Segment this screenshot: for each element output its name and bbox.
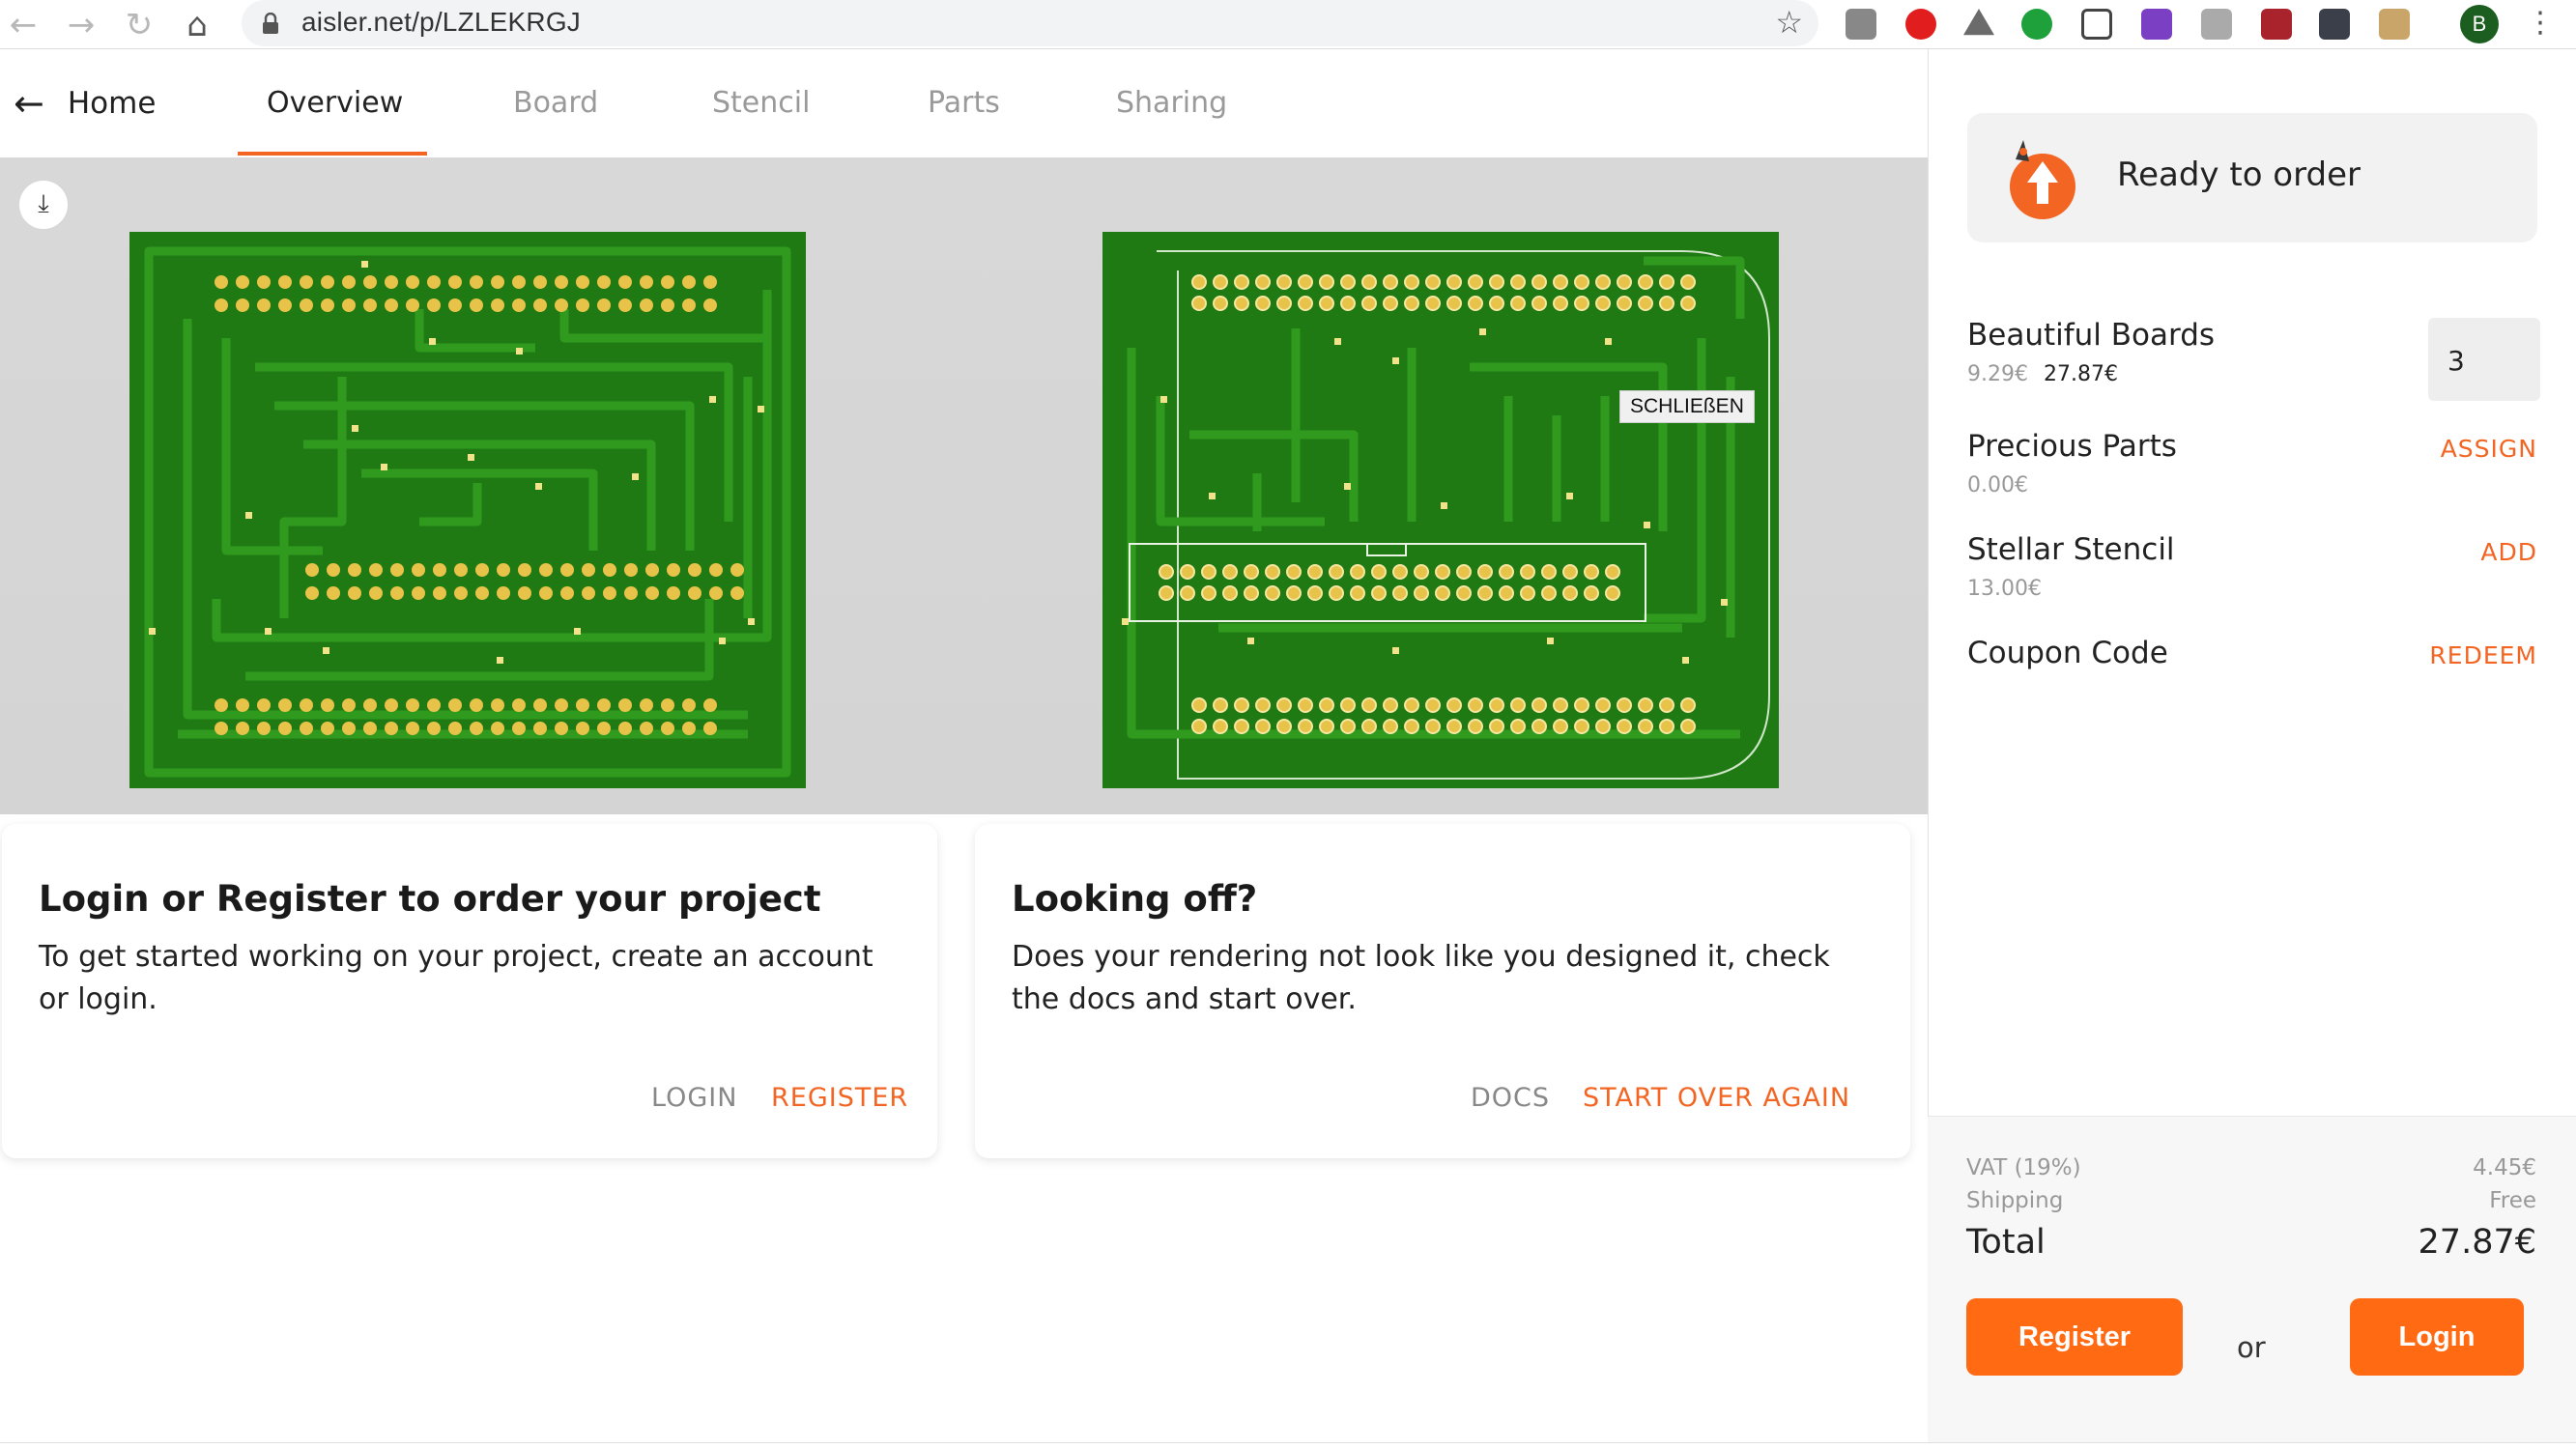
tab-sharing[interactable]: Sharing bbox=[1116, 86, 1227, 120]
order-status-label: Ready to order bbox=[2117, 156, 2361, 194]
rocket-icon bbox=[2010, 140, 2075, 219]
pcb-bottom-graphic bbox=[1102, 232, 1779, 788]
opera-extension-icon[interactable] bbox=[1905, 9, 1936, 40]
order-summary: VAT (19%) 4.45€ Shipping Free Total 27.8… bbox=[1928, 1116, 2576, 1442]
pocket-green-extension-icon[interactable] bbox=[2021, 9, 2052, 40]
tab-overview[interactable]: Overview bbox=[267, 86, 403, 120]
window-bottom-edge bbox=[0, 1442, 2576, 1449]
onenote-extension-icon[interactable] bbox=[2141, 9, 2172, 40]
total-row: Total 27.87€ bbox=[1966, 1223, 2536, 1262]
stencil-price: 13.00€ bbox=[1967, 577, 2042, 601]
download-icon[interactable]: ⤓ bbox=[19, 181, 68, 229]
total-value: 27.87€ bbox=[2418, 1223, 2536, 1262]
boards-quantity-input[interactable]: 3 bbox=[2428, 318, 2540, 401]
active-tab-indicator bbox=[238, 152, 427, 156]
vat-value: 4.45€ bbox=[2473, 1155, 2536, 1180]
register-link[interactable]: REGISTER bbox=[771, 1083, 908, 1113]
tab-stencil[interactable]: Stencil bbox=[712, 86, 810, 120]
redeem-coupon-button[interactable]: REDEEM bbox=[2429, 641, 2537, 669]
total-label: Total bbox=[1966, 1223, 2046, 1262]
tab-parts[interactable]: Parts bbox=[928, 86, 1000, 120]
assign-parts-button[interactable]: ASSIGN bbox=[2441, 435, 2537, 463]
docs-link[interactable]: DOCS bbox=[1471, 1083, 1550, 1113]
card-title: Looking off? bbox=[1012, 878, 1258, 920]
register-button[interactable]: Register bbox=[1966, 1298, 2183, 1376]
pcb-top-graphic bbox=[129, 232, 806, 788]
vat-row: VAT (19%) 4.45€ bbox=[1966, 1155, 2536, 1180]
parts-price: 0.00€ bbox=[1967, 473, 2028, 497]
menu-extension-icon[interactable] bbox=[2319, 9, 2350, 40]
browser-menu-icon[interactable]: ⋮ bbox=[2526, 6, 2555, 40]
cast-extension-icon[interactable] bbox=[2201, 9, 2232, 40]
boards-unit-price: 9.29€ bbox=[1967, 362, 2028, 386]
add-stencil-button[interactable]: ADD bbox=[2480, 538, 2537, 566]
card-text: To get started working on your project, … bbox=[39, 940, 873, 1016]
pcb-bottom-view bbox=[1102, 232, 1779, 788]
bookmark-star-icon[interactable]: ☆ bbox=[1775, 4, 1803, 41]
looking-off-card: Looking off? Does your rendering not loo… bbox=[975, 824, 1910, 1158]
pcb-top-view bbox=[129, 232, 806, 788]
lock-icon bbox=[263, 13, 278, 34]
address-bar[interactable]: aisler.net/p/LZLEKRGJ ☆ bbox=[242, 0, 1818, 46]
or-separator: or bbox=[2237, 1331, 2266, 1364]
browser-toolbar: ← → ↻ ⌂ aisler.net/p/LZLEKRGJ ☆ B ⋮ bbox=[0, 0, 2576, 49]
tab-board[interactable]: Board bbox=[513, 86, 598, 120]
screenshot-extension-icon[interactable] bbox=[2379, 9, 2410, 40]
back-icon[interactable]: ← bbox=[4, 6, 43, 44]
login-link[interactable]: LOGIN bbox=[651, 1083, 737, 1113]
home-link[interactable]: ← Home bbox=[14, 82, 157, 125]
card-text: Does your rendering not look like you de… bbox=[1012, 940, 1830, 1016]
card-title: Login or Register to order your project bbox=[39, 878, 821, 920]
login-register-card: Login or Register to order your project … bbox=[2, 824, 937, 1158]
login-button[interactable]: Login bbox=[2350, 1298, 2524, 1376]
parts-line-item: Precious Parts 0.00€ ASSIGN bbox=[1967, 429, 2537, 497]
home-icon[interactable]: ⌂ bbox=[178, 6, 216, 44]
boards-total-price: 27.87€ bbox=[2043, 362, 2118, 386]
back-arrow-icon: ← bbox=[14, 82, 44, 125]
drive-extension-icon[interactable] bbox=[1963, 9, 1994, 36]
shipping-label: Shipping bbox=[1966, 1188, 2064, 1213]
start-over-link[interactable]: START OVER AGAIN bbox=[1583, 1083, 1850, 1113]
pocket-extension-icon[interactable] bbox=[2081, 9, 2112, 40]
board-preview-area: ⤓ bbox=[0, 157, 1928, 814]
stencil-title: Stellar Stencil bbox=[1967, 532, 2175, 567]
coupon-line-item: Coupon Code REDEEM bbox=[1967, 636, 2537, 670]
shipping-value: Free bbox=[2489, 1188, 2536, 1213]
order-status-panel: Ready to order bbox=[1967, 113, 2537, 242]
shipping-row: Shipping Free bbox=[1966, 1188, 2536, 1213]
reload-icon[interactable]: ↻ bbox=[120, 6, 158, 44]
mendeley-extension-icon[interactable] bbox=[2261, 9, 2292, 40]
url-text: aisler.net/p/LZLEKRGJ bbox=[301, 7, 581, 37]
home-label: Home bbox=[67, 86, 157, 121]
close-tooltip-button[interactable]: SCHLIEßEN bbox=[1619, 390, 1755, 423]
gmail-extension-icon[interactable] bbox=[1846, 9, 1876, 40]
forward-icon[interactable]: → bbox=[62, 6, 100, 44]
stencil-line-item: Stellar Stencil 13.00€ ADD bbox=[1967, 532, 2537, 601]
profile-avatar[interactable]: B bbox=[2460, 5, 2499, 43]
project-tabbar: ← Home Overview Board Stencil Parts Shar… bbox=[0, 49, 1928, 157]
vat-label: VAT (19%) bbox=[1966, 1155, 2081, 1180]
